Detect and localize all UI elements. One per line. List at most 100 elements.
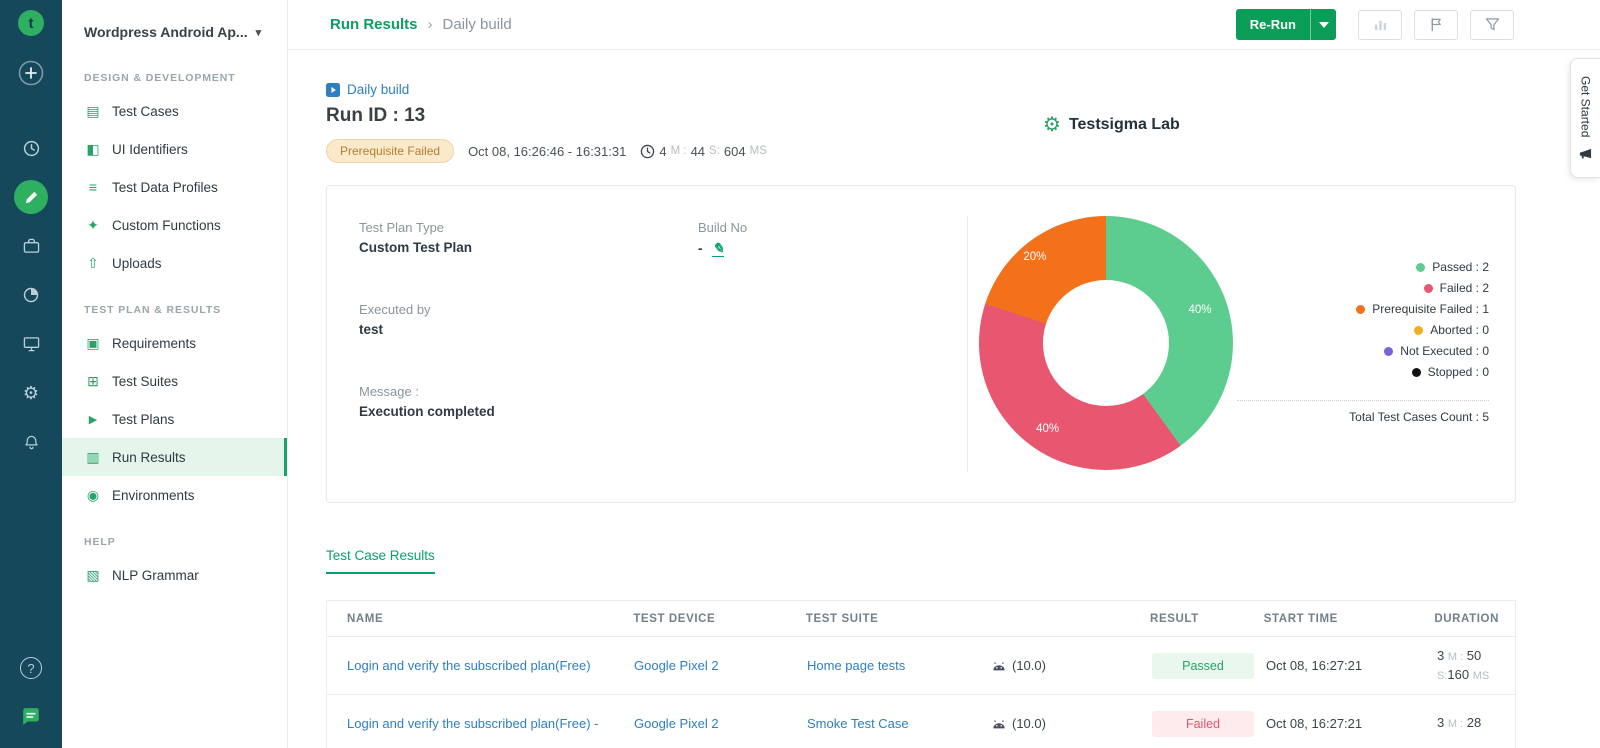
- os-version: (10.0): [1012, 716, 1046, 731]
- test-case-name-link[interactable]: Login and verify the subscribed plan(Fre…: [347, 658, 591, 673]
- sidebar-item-test-plans[interactable]: ▶ Test Plans: [62, 400, 287, 438]
- test-device-link[interactable]: Google Pixel 2: [634, 716, 719, 731]
- build-name: Daily build: [347, 82, 410, 97]
- sidebar-item-test-suites[interactable]: ⊞ Test Suites: [62, 362, 287, 400]
- total-test-cases-count: Total Test Cases Count : 5: [1349, 410, 1489, 424]
- legend-dot-aborted: [1414, 325, 1424, 335]
- run-duration: 4 M : 44 S: 604 MS: [640, 144, 767, 159]
- legend-text: Prerequisite Failed : 1: [1372, 302, 1489, 316]
- col-result: RESULT: [1150, 612, 1199, 625]
- test-case-name-link[interactable]: Login and verify the subscribed plan(Fre…: [347, 716, 598, 731]
- flag-report-button[interactable]: [1414, 9, 1458, 40]
- sidebar-item-label: Environments: [112, 487, 195, 503]
- edit-pencil-icon[interactable]: [14, 180, 48, 214]
- breadcrumb-current-page: Daily build: [442, 16, 512, 33]
- sidebar-item-uploads[interactable]: ⇧ Uploads: [62, 244, 287, 282]
- sidebar-item-environments[interactable]: ◉ Environments: [62, 476, 287, 514]
- section-test-plan-results: TEST PLAN & RESULTS: [84, 304, 222, 316]
- sidebar-item-test-data-profiles[interactable]: ≡ Test Data Profiles: [62, 168, 287, 206]
- briefcase-icon[interactable]: [14, 229, 48, 263]
- testsigma-logo-icon[interactable]: t: [18, 10, 44, 36]
- test-plan-type-label: Test Plan Type: [359, 220, 445, 235]
- start-time: Oct 08, 16:27:21: [1266, 716, 1363, 731]
- legend-text: Not Executed : 0: [1400, 344, 1489, 358]
- sidebar: Wordpress Android Ap... ▾ DESIGN & DEVEL…: [62, 0, 288, 748]
- legend-dot-stopped: [1411, 367, 1421, 377]
- notifications-bell-icon[interactable]: [14, 425, 48, 459]
- sidebar-item-label: Test Cases: [112, 103, 179, 119]
- chart-export-button[interactable]: [1358, 9, 1402, 40]
- duration-seconds: 44: [690, 143, 706, 159]
- help-icon[interactable]: ?: [14, 651, 48, 685]
- lab-name: Testsigma Lab: [1068, 115, 1180, 133]
- legend-item-prereq-failed: Prerequisite Failed : 1: [1356, 302, 1489, 316]
- monitor-icon[interactable]: [14, 327, 48, 361]
- detail-message: Message : Execution completed: [359, 384, 495, 419]
- donut-label-prereq-failed: 20%: [1023, 250, 1047, 263]
- sidebar-item-nlp-grammar[interactable]: ▧ NLP Grammar: [62, 556, 287, 594]
- col-start-time: START TIME: [1263, 612, 1338, 625]
- topbar: Run Results › Daily build Re-Run: [288, 0, 1600, 50]
- result-badge: Passed: [1152, 652, 1254, 679]
- filter-button[interactable]: [1470, 9, 1514, 40]
- sidebar-item-label: Run Results: [112, 449, 186, 465]
- duration-millis: 604: [723, 143, 746, 159]
- sidebar-item-label: Test Plans: [112, 411, 175, 427]
- chart-legend: Passed : 2 Failed : 2 Prerequisite Faile…: [1356, 260, 1489, 379]
- add-button[interactable]: [14, 56, 48, 90]
- sidebar-item-test-cases[interactable]: ▤ Test Cases: [62, 92, 287, 130]
- tab-test-case-results[interactable]: Test Case Results: [326, 548, 435, 574]
- legend-text: Passed : 2: [1432, 260, 1489, 274]
- test-device-link[interactable]: Google Pixel 2: [634, 658, 719, 673]
- sidebar-item-run-results[interactable]: ▥ Run Results: [62, 438, 287, 476]
- start-time: Oct 08, 16:27:21: [1266, 658, 1363, 673]
- table-row[interactable]: Login and verify the subscribed plan(Fre…: [327, 695, 1515, 748]
- legend-dot-prereq-failed: [1356, 304, 1366, 314]
- android-icon: [993, 661, 1005, 670]
- testsigma-lab-gear-icon: ⚙: [1043, 114, 1061, 136]
- col-test-device: TEST DEVICE: [633, 612, 716, 625]
- donut-label-passed: 40%: [1188, 303, 1212, 316]
- android-icon: [993, 719, 1005, 728]
- sidebar-item-custom-functions[interactable]: ✦ Custom Functions: [62, 206, 287, 244]
- play-video-icon: [326, 82, 340, 97]
- table-row[interactable]: Login and verify the subscribed plan(Fre…: [327, 637, 1515, 695]
- daily-build-link[interactable]: Daily build: [326, 82, 409, 97]
- card-divider: [967, 216, 968, 472]
- legend-dot-passed: [1416, 262, 1426, 272]
- sidebar-item-ui-identifiers[interactable]: ◧ UI Identifiers: [62, 130, 287, 168]
- build-no-label: Build No: [698, 220, 748, 235]
- legend-text: Stopped : 0: [1427, 365, 1489, 379]
- sidebar-item-label: UI Identifiers: [112, 141, 188, 157]
- edit-build-no-icon[interactable]: ✎: [712, 240, 724, 257]
- rerun-button[interactable]: Re-Run: [1235, 9, 1310, 40]
- test-suite-link[interactable]: Smoke Test Case: [807, 716, 909, 731]
- col-duration: DURATION: [1434, 612, 1499, 625]
- get-started-tab[interactable]: Get Started: [1570, 58, 1600, 178]
- settings-gear-icon[interactable]: ⚙: [14, 376, 48, 410]
- custom-functions-icon: ✦: [87, 216, 99, 233]
- duration-cell: 3 M : 28: [1437, 715, 1482, 731]
- sidebar-item-requirements[interactable]: ▣ Requirements: [62, 324, 287, 362]
- executed-by-value: test: [359, 322, 384, 337]
- run-details: Test Plan Type Custom Test Plan Executed…: [359, 220, 495, 466]
- breadcrumb-run-results-link[interactable]: Run Results: [330, 16, 418, 33]
- test-plans-icon: ▶: [88, 413, 98, 426]
- sidebar-item-label: Custom Functions: [112, 217, 221, 233]
- section-help: HELP: [84, 536, 116, 548]
- sidebar-item-label: Test Suites: [112, 373, 179, 389]
- duration-cell: 3 M : 50 S:160 MS: [1437, 647, 1490, 682]
- donut-label-failed: 40%: [1036, 423, 1060, 436]
- test-suite-link[interactable]: Home page tests: [807, 658, 905, 673]
- duration-minutes-unit: M :: [670, 145, 687, 157]
- rerun-dropdown-caret[interactable]: [1310, 9, 1336, 40]
- legend-text: Aborted : 0: [1430, 323, 1489, 337]
- dashboard-clock-icon[interactable]: [14, 131, 48, 165]
- chat-support-icon[interactable]: [14, 700, 48, 734]
- legend-item-stopped: Stopped : 0: [1411, 365, 1489, 379]
- duration-millis-unit: MS: [749, 145, 767, 157]
- pie-chart-icon[interactable]: [14, 278, 48, 312]
- run-results-icon: ▥: [86, 448, 100, 465]
- build-no-value-row: - ✎: [698, 240, 747, 257]
- project-selector[interactable]: Wordpress Android Ap... ▾: [62, 0, 287, 50]
